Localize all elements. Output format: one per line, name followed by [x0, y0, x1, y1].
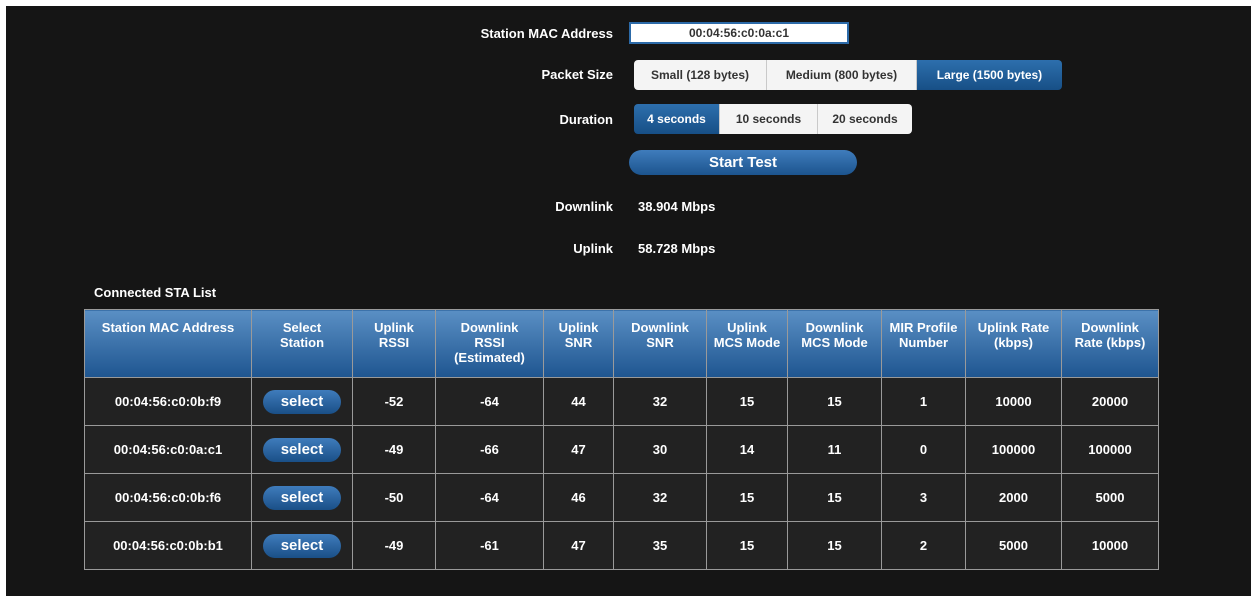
col-mir-profile: MIR Profile Number: [881, 309, 966, 378]
downlink-value: 38.904 Mbps: [638, 199, 716, 214]
cell-downlink-mcs: 15: [787, 521, 882, 570]
cell-mac: 00:04:56:c0:0b:b1: [84, 521, 252, 570]
cell-uplink-snr: 44: [543, 377, 614, 426]
uplink-label: Uplink: [573, 241, 613, 256]
table-row: 00:04:56:c0:0b:f6 select -50 -64 46 32 1…: [84, 473, 1159, 522]
col-downlink-mcs: Downlink MCS Mode: [787, 309, 882, 378]
duration-10s-button[interactable]: 10 seconds: [720, 104, 818, 134]
cell-downlink-rate: 20000: [1061, 377, 1159, 426]
select-station-button[interactable]: select: [263, 437, 341, 462]
cell-downlink-mcs: 15: [787, 377, 882, 426]
cell-downlink-snr: 32: [613, 473, 707, 522]
start-test-button[interactable]: Start Test: [629, 150, 857, 175]
cell-downlink-snr: 32: [613, 377, 707, 426]
cell-downlink-rate: 5000: [1061, 473, 1159, 522]
cell-uplink-rssi: -52: [352, 377, 436, 426]
col-uplink-mcs: Uplink MCS Mode: [706, 309, 788, 378]
col-downlink-snr: Downlink SNR: [613, 309, 707, 378]
cell-downlink-mcs: 15: [787, 473, 882, 522]
cell-uplink-rate: 10000: [965, 377, 1062, 426]
mac-label: Station MAC Address: [480, 26, 613, 41]
sta-table: Station MAC Address Select Station Uplink…: [84, 309, 1159, 570]
col-uplink-rate: Uplink Rate (kbps): [965, 309, 1062, 378]
col-downlink-rate: Downlink Rate (kbps): [1061, 309, 1159, 378]
duration-4s-button[interactable]: 4 seconds: [634, 104, 720, 134]
cell-mac: 00:04:56:c0:0b:f6: [84, 473, 252, 522]
cell-downlink-rate: 10000: [1061, 521, 1159, 570]
cell-downlink-snr: 30: [613, 425, 707, 474]
select-station-button[interactable]: select: [263, 485, 341, 510]
cell-downlink-rate: 100000: [1061, 425, 1159, 474]
downlink-label: Downlink: [555, 199, 613, 214]
cell-mac: 00:04:56:c0:0b:f9: [84, 377, 252, 426]
col-uplink-rssi: Uplink RSSI: [352, 309, 436, 378]
cell-uplink-rssi: -49: [352, 425, 436, 474]
cell-mir-profile: 1: [881, 377, 966, 426]
cell-downlink-rssi: -66: [435, 425, 544, 474]
cell-uplink-mcs: 15: [706, 377, 788, 426]
cell-downlink-mcs: 11: [787, 425, 882, 474]
packet-size-medium-button[interactable]: Medium (800 bytes): [767, 60, 917, 90]
col-uplink-snr: Uplink SNR: [543, 309, 614, 378]
uplink-value: 58.728 Mbps: [638, 241, 716, 256]
cell-uplink-rate: 100000: [965, 425, 1062, 474]
select-station-button[interactable]: select: [263, 533, 341, 558]
cell-uplink-mcs: 15: [706, 473, 788, 522]
packet-size-selector: Small (128 bytes) Medium (800 bytes) Lar…: [634, 60, 1062, 90]
col-mac: Station MAC Address: [84, 309, 252, 378]
mac-address-input[interactable]: 00:04:56:c0:0a:c1: [629, 22, 849, 44]
cell-uplink-mcs: 15: [706, 521, 788, 570]
cell-uplink-rssi: -49: [352, 521, 436, 570]
packet-size-small-button[interactable]: Small (128 bytes): [634, 60, 767, 90]
packet-size-label: Packet Size: [541, 67, 613, 82]
cell-mir-profile: 2: [881, 521, 966, 570]
cell-mir-profile: 0: [881, 425, 966, 474]
cell-uplink-rssi: -50: [352, 473, 436, 522]
col-downlink-rssi: Downlink RSSI (Estimated): [435, 309, 544, 378]
cell-downlink-rssi: -64: [435, 473, 544, 522]
col-select: Select Station: [251, 309, 353, 378]
table-row: 00:04:56:c0:0b:f9 select -52 -64 44 32 1…: [84, 377, 1159, 426]
cell-downlink-rssi: -61: [435, 521, 544, 570]
cell-uplink-rate: 2000: [965, 473, 1062, 522]
select-station-button[interactable]: select: [263, 389, 341, 414]
cell-uplink-mcs: 14: [706, 425, 788, 474]
cell-mac: 00:04:56:c0:0a:c1: [84, 425, 252, 474]
packet-size-large-button[interactable]: Large (1500 bytes): [917, 60, 1062, 90]
cell-uplink-rate: 5000: [965, 521, 1062, 570]
table-row: 00:04:56:c0:0a:c1 select -49 -66 47 30 1…: [84, 425, 1159, 474]
sta-list-title: Connected STA List: [94, 285, 217, 300]
cell-downlink-rssi: -64: [435, 377, 544, 426]
cell-uplink-snr: 47: [543, 521, 614, 570]
duration-20s-button[interactable]: 20 seconds: [818, 104, 912, 134]
duration-label: Duration: [559, 112, 613, 127]
cell-uplink-snr: 46: [543, 473, 614, 522]
table-row: 00:04:56:c0:0b:b1 select -49 -61 47 35 1…: [84, 521, 1159, 570]
cell-downlink-snr: 35: [613, 521, 707, 570]
table-header-row: Station MAC Address Select Station Uplink…: [84, 309, 1159, 378]
cell-uplink-snr: 47: [543, 425, 614, 474]
duration-selector: 4 seconds 10 seconds 20 seconds: [634, 104, 912, 134]
cell-mir-profile: 3: [881, 473, 966, 522]
